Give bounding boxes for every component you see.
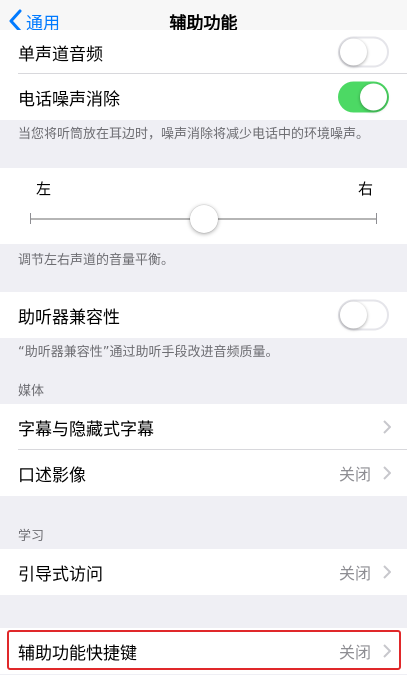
- balance-left-label: 左: [36, 180, 52, 198]
- chevron-right-icon: [383, 420, 391, 434]
- guided-access-row[interactable]: 引导式访问 关闭: [0, 549, 407, 595]
- toggle-knob: [340, 38, 367, 66]
- hearing-aid-row: 助听器兼容性: [0, 292, 407, 338]
- accessibility-shortcut-label: 辅助功能快捷键: [18, 643, 137, 664]
- noise-cancel-label: 电话噪声消除: [18, 89, 120, 110]
- hearing-aid-label: 助听器兼容性: [18, 307, 120, 328]
- guided-access-label: 引导式访问: [18, 564, 103, 585]
- chevron-right-icon: [383, 466, 391, 480]
- noise-cancel-toggle[interactable]: [338, 81, 389, 113]
- guided-access-value: 关闭: [338, 564, 371, 583]
- hearing-aid-footer: “助听器兼容性”通过助听手段改进音频质量。: [18, 345, 279, 360]
- mono-audio-toggle[interactable]: [338, 36, 389, 68]
- balance-tick-left: [30, 213, 31, 224]
- shortcut-group: 辅助功能快捷键 关闭: [0, 628, 407, 674]
- audio-description-label: 口述影像: [18, 465, 86, 486]
- learning-header: 学习: [18, 529, 45, 544]
- balance-footer: 调节左右声道的音量平衡。: [18, 253, 175, 268]
- captions-label: 字幕与隐藏式字幕: [18, 419, 154, 440]
- accessibility-shortcut-value: 关闭: [338, 643, 371, 662]
- media-header: 媒体: [18, 384, 45, 399]
- captions-row[interactable]: 字幕与隐藏式字幕: [0, 404, 407, 450]
- media-group: 字幕与隐藏式字幕 口述影像 关闭: [0, 404, 407, 496]
- balance-slider-thumb[interactable]: [189, 205, 218, 233]
- mono-audio-row: 单声道音频: [0, 30, 407, 74]
- chevron-right-icon: [383, 565, 391, 579]
- balance-tick-right: [376, 213, 377, 224]
- learning-group: 引导式访问 关闭: [0, 549, 407, 595]
- balance-right-label: 右: [357, 180, 373, 198]
- balance-slider-group: 左 右: [0, 168, 407, 244]
- toggle-knob: [360, 83, 387, 111]
- hearing-group: 助听器兼容性: [0, 292, 407, 338]
- mono-audio-label: 单声道音频: [18, 44, 103, 65]
- toggle-knob: [340, 301, 367, 329]
- accessibility-shortcut-row[interactable]: 辅助功能快捷键 关闭: [0, 628, 407, 674]
- noise-cancel-row: 电话噪声消除: [0, 74, 407, 120]
- hearing-aid-toggle[interactable]: [338, 299, 389, 331]
- audio-group: 单声道音频 电话噪声消除: [0, 30, 407, 120]
- audio-description-row[interactable]: 口述影像 关闭: [0, 450, 407, 496]
- noise-cancel-footer: 当您将听筒放在耳边时，噪声消除将减少电话中的环境噪声。: [18, 127, 370, 142]
- chevron-right-icon: [383, 644, 391, 658]
- audio-description-value: 关闭: [338, 465, 371, 484]
